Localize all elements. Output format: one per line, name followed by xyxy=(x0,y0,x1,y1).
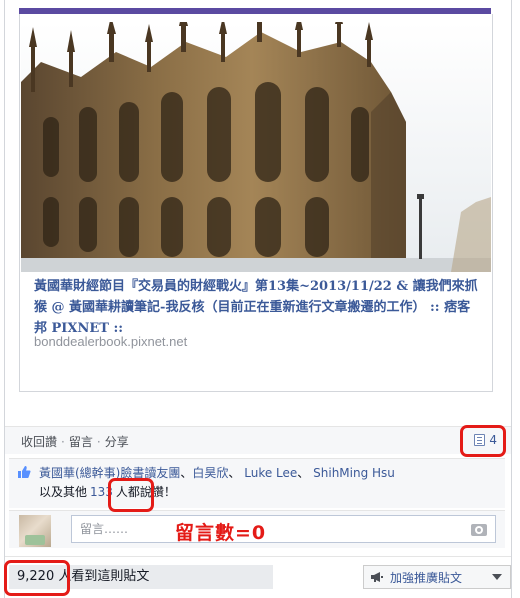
liker-name[interactable]: 黃國華(總幹事)臉書讀友團 xyxy=(39,466,180,480)
liker-name[interactable]: ShihMing Hsu xyxy=(313,466,395,480)
share-count-link[interactable]: 4 xyxy=(474,433,497,447)
avatar[interactable] xyxy=(19,515,51,547)
link-preview-image[interactable] xyxy=(21,22,491,272)
comment-link[interactable]: 留言 xyxy=(69,435,93,449)
link-domain: bonddealerbook.pixnet.net xyxy=(34,334,188,349)
boost-post-button[interactable]: 加強推廣貼文 xyxy=(363,565,511,589)
feed-post: 黃國華財經節目『交易員的財經戰火』第13集~2013/11/22 & 讓我們來抓… xyxy=(4,0,512,598)
action-separator: · xyxy=(61,435,65,449)
camera-icon[interactable] xyxy=(471,524,487,536)
likes-text: 黃國華(總幹事)臉書讀友團、白昊欣、 Luke Lee、 ShihMing Hs… xyxy=(39,464,499,502)
liker-separator: 、 xyxy=(297,466,310,480)
post-actions: 收回讚 · 留言 · 分享 xyxy=(21,433,129,450)
share-link[interactable]: 分享 xyxy=(105,435,129,449)
others-prefix: 以及其他 xyxy=(39,485,88,499)
megaphone-icon xyxy=(371,572,383,582)
post-footer: 9,220 人看到這則貼文 加強推廣貼文 xyxy=(5,556,511,598)
liker-separator: 、 xyxy=(180,466,193,480)
link-title[interactable]: 黃國華財經節目『交易員的財經戰火』第13集~2013/11/22 & 讓我們來抓… xyxy=(34,276,479,339)
annotation-comment-count: 留言數=0 xyxy=(175,522,267,544)
liker-name[interactable]: Luke Lee xyxy=(244,466,297,480)
like-thumb-icon xyxy=(18,466,31,478)
post-action-bar: 收回讚 · 留言 · 分享 4 xyxy=(5,426,511,454)
share-count: 4 xyxy=(489,433,497,447)
liker-separator: 、 xyxy=(228,466,241,480)
others-suffix: 人都說讚！ xyxy=(115,485,176,499)
others-like-count[interactable]: 133 xyxy=(90,485,113,499)
link-preview-card[interactable]: 黃國華財經節目『交易員的財經戰火』第13集~2013/11/22 & 讓我們來抓… xyxy=(19,14,493,392)
comment-box[interactable] xyxy=(71,515,496,543)
chevron-down-icon xyxy=(492,574,502,580)
liker-name[interactable]: 白昊欣 xyxy=(192,466,228,480)
unlike-link[interactable]: 收回讚 xyxy=(21,435,57,449)
likes-summary: 黃國華(總幹事)臉書讀友團、白昊欣、 Luke Lee、 ShihMing Hs… xyxy=(9,458,505,508)
shares-icon xyxy=(474,434,486,446)
post-reach: 9,220 人看到這則貼文 xyxy=(9,565,273,589)
boost-post-label: 加強推廣貼文 xyxy=(390,570,463,585)
action-separator: · xyxy=(96,435,101,449)
